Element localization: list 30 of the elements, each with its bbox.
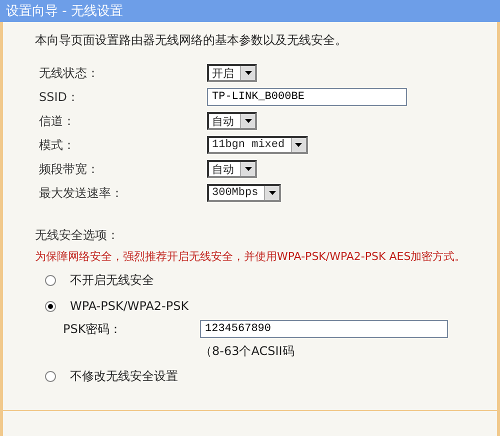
dropdown[interactable]: 自动 [207,112,257,130]
radio-button[interactable] [45,274,56,286]
radio-label: WPA-PSK/WPA2-PSK [70,299,189,313]
radio-button[interactable] [45,300,56,312]
description-text: 本向导页面设置路由器无线网络的基本参数以及无线安全。 [35,32,348,49]
password-field[interactable]: 1234567890 [200,320,448,338]
section-heading: 无线安全选项： [35,227,120,244]
warning-text: 为保障网络安全，强烈推荐开启无线安全，并使用WPA-PSK/WPA2-PSK AES加密方式。 [35,249,467,265]
caret-icon [244,71,252,75]
caret-icon [295,143,302,147]
dropdown[interactable]: 自动 [207,160,257,178]
caret-icon [268,191,276,195]
hint-text: （8-63个ACSII码 [199,343,296,360]
field-label: 频段带宽： [38,160,100,178]
dropdown[interactable]: 开启 [207,64,257,82]
field-label: 信道： [38,112,76,130]
radio-label: 不开启无线安全 [70,272,154,288]
field-label: 最大发送速率： [38,184,124,202]
radio-label: 不修改无线安全设置 [70,368,178,384]
field-label: PSK密码： [63,320,123,338]
window-title: 设置向导 - 无线设置 [6,3,123,20]
field-label: SSID： [38,88,80,106]
text-field[interactable]: TP-LINK_B000BE [207,88,407,106]
caret-icon [244,167,252,171]
caret-icon [244,119,252,123]
dropdown[interactable]: 300Mbps [207,184,282,202]
radio-button[interactable] [45,370,56,382]
dropdown[interactable]: 11bgn mixed [207,136,308,154]
field-label: 无线状态： [38,64,100,82]
field-label: 模式： [38,136,76,154]
